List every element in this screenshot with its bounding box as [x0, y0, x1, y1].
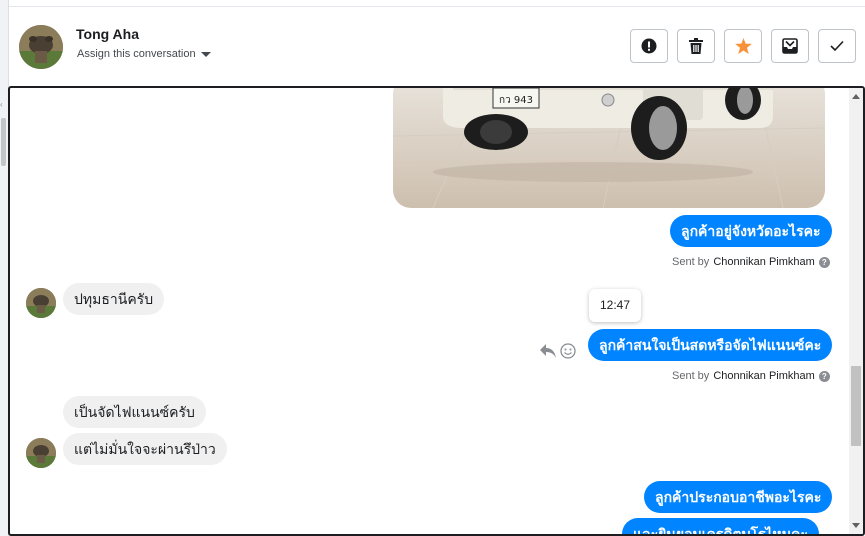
assign-label: Assign this conversation: [77, 48, 196, 60]
star-button[interactable]: [724, 29, 762, 63]
sent-by-agent: Chonnikan Pimkham: [713, 370, 815, 382]
archive-icon: [782, 38, 798, 54]
help-icon[interactable]: ?: [818, 370, 830, 382]
outgoing-message[interactable]: ลูกค้าสนใจเป็นสดหรือจัดไฟแนนซ์คะ: [588, 329, 833, 361]
avatar[interactable]: [26, 288, 56, 318]
message-thread[interactable]: กว 943 ลูกค้าอยู่จังหวัดอะไรคะ Sent by C…: [8, 86, 865, 536]
collapse-caret-icon[interactable]: ‹: [0, 100, 7, 110]
incoming-message[interactable]: เป็นจัดไฟแนนซ์ครับ: [63, 396, 206, 428]
delete-button[interactable]: [677, 29, 715, 63]
assign-conversation-dropdown[interactable]: Assign this conversation: [77, 48, 211, 60]
mark-spam-button[interactable]: [630, 29, 668, 63]
chat-scrollbar[interactable]: [849, 88, 863, 534]
incoming-message[interactable]: แต่ไม่มั่นใจจะผ่านรึป่าว: [63, 433, 227, 465]
avatar[interactable]: [26, 438, 56, 468]
star-icon: [734, 38, 752, 54]
check-icon: [830, 40, 844, 52]
outgoing-message[interactable]: ลูกค้าประกอบอาชีพอะไรคะ: [644, 481, 833, 513]
conversation-actions: [630, 29, 856, 63]
trash-icon: [689, 38, 703, 54]
outgoing-message[interactable]: และยินยอมเครดิตบูโรไหมคะ: [622, 518, 819, 534]
scroll-up-icon[interactable]: [852, 94, 860, 99]
license-plate-text: กว 943: [499, 95, 533, 106]
conversation-header: Tong Aha Assign this conversation: [9, 7, 865, 87]
contact-name: Tong Aha: [76, 26, 139, 42]
outgoing-message[interactable]: ลูกค้าอยู่จังหวัดอะไรคะ: [670, 215, 832, 247]
sent-by-label: Sent by Chonnikan Pimkham ?: [672, 370, 830, 382]
reply-icon[interactable]: [540, 344, 556, 358]
archive-button[interactable]: [771, 29, 809, 63]
help-icon[interactable]: ?: [818, 256, 830, 268]
timestamp-tooltip: 12:47: [589, 289, 641, 322]
scroll-down-icon[interactable]: [852, 523, 860, 528]
scrollbar-thumb[interactable]: [851, 366, 861, 446]
car-photo-attachment[interactable]: กว 943: [393, 88, 825, 208]
emoji-reaction-icon[interactable]: [560, 343, 576, 359]
sent-by-prefix: Sent by: [672, 370, 710, 382]
sent-by-label: Sent by Chonnikan Pimkham ?: [672, 256, 830, 268]
message-hover-actions: [540, 343, 576, 359]
spam-icon: [641, 38, 657, 54]
caret-down-icon: [200, 51, 211, 57]
avatar[interactable]: [19, 25, 63, 69]
mark-done-button[interactable]: [818, 29, 856, 63]
sent-by-prefix: Sent by: [672, 256, 710, 268]
sent-by-agent: Chonnikan Pimkham: [713, 256, 815, 268]
left-scrollbar-thumb[interactable]: [1, 118, 6, 166]
incoming-message[interactable]: ปทุมธานีครับ: [63, 283, 165, 315]
